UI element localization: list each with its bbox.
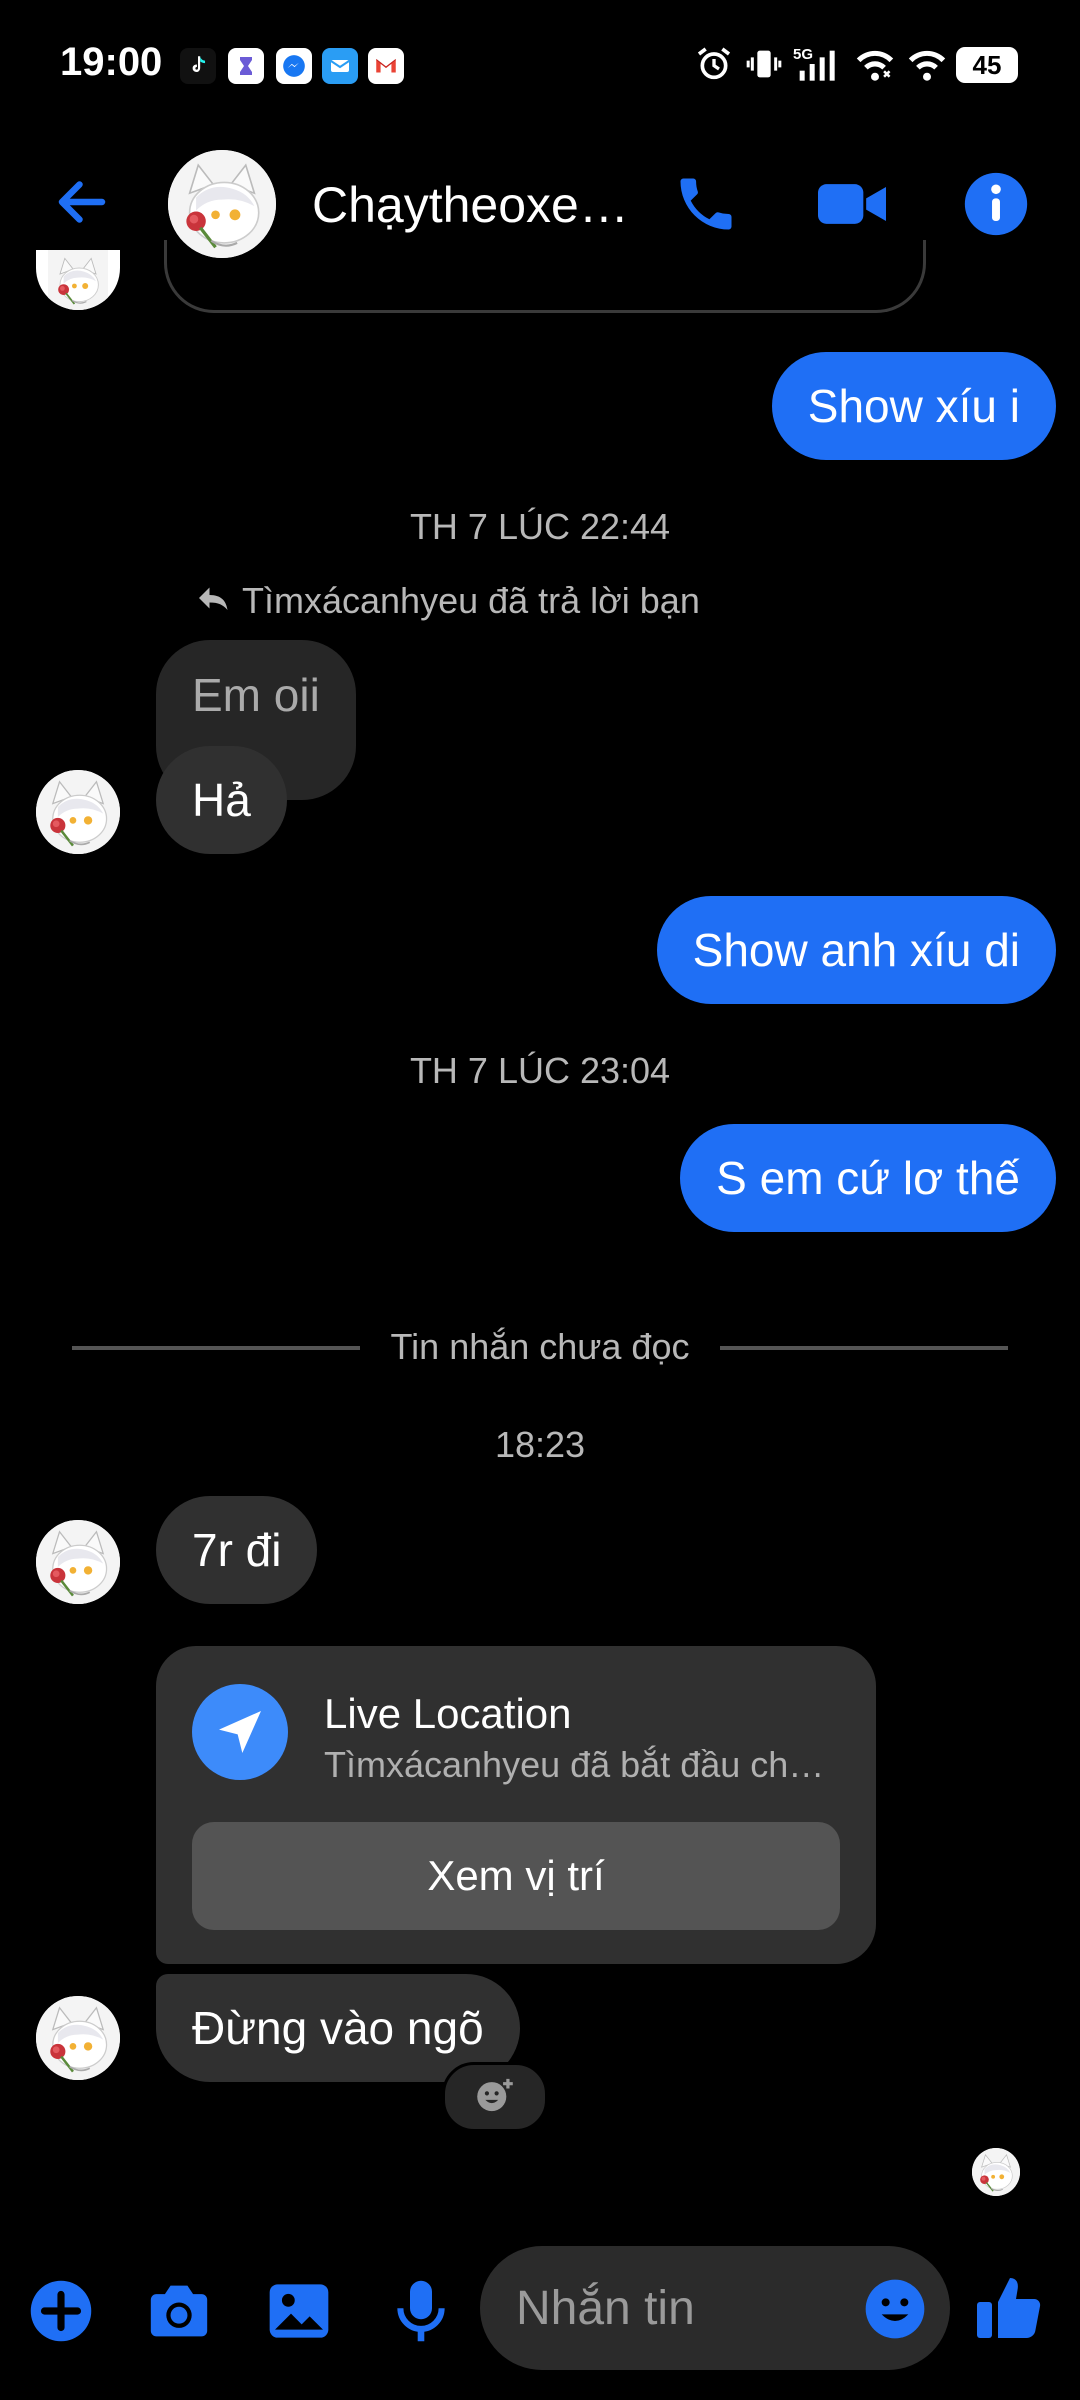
video-camera-icon[interactable] xyxy=(814,170,890,238)
emoji-icon[interactable] xyxy=(862,2276,928,2342)
view-location-button[interactable]: Xem vị trí xyxy=(192,1822,840,1930)
add-reaction-icon xyxy=(474,2075,516,2120)
info-icon[interactable] xyxy=(962,170,1030,238)
microphone-icon[interactable] xyxy=(386,2276,456,2346)
location-arrow-icon xyxy=(192,1684,288,1780)
outgoing-message[interactable]: Show xíu i xyxy=(771,352,1056,460)
image-icon[interactable] xyxy=(264,2276,334,2346)
svg-text:5G: 5G xyxy=(793,46,813,63)
phone-icon[interactable] xyxy=(672,170,740,238)
hourglass-icon xyxy=(228,48,264,84)
divider-line-right xyxy=(720,1346,1008,1350)
vibrate-icon xyxy=(742,44,786,84)
outgoing-message[interactable]: S em cứ lơ thế xyxy=(680,1124,1056,1232)
status-time: 19:00 xyxy=(60,40,163,84)
gmail-icon xyxy=(368,48,404,84)
sender-avatar[interactable] xyxy=(36,770,120,854)
messenger-icon xyxy=(276,48,312,84)
incoming-message[interactable]: Hả xyxy=(156,746,287,854)
back-arrow-icon[interactable] xyxy=(52,172,112,232)
reply-note-text: Tìmxácanhyeu đã trả lời bạn xyxy=(242,580,700,621)
thumbs-up-icon[interactable] xyxy=(972,2270,1048,2346)
plus-icon[interactable] xyxy=(26,2276,96,2346)
conversation-title[interactable]: Chạytheoxe… xyxy=(312,176,632,234)
battery-indicator: 45 xyxy=(956,47,1018,83)
tiktok-icon xyxy=(180,48,216,84)
timestamp: TH 7 LÚC 22:44 xyxy=(409,506,671,547)
mail-icon xyxy=(322,48,358,84)
timestamp: TH 7 LÚC 23:04 xyxy=(409,1050,671,1091)
message-input[interactable] xyxy=(516,2278,846,2338)
sender-avatar[interactable] xyxy=(36,1520,120,1604)
camera-icon[interactable] xyxy=(144,2276,214,2346)
incoming-message[interactable]: 7r đi xyxy=(156,1496,318,1604)
alarm-icon xyxy=(692,44,736,84)
wifi-icon xyxy=(850,44,900,84)
reply-note: Tìmxácanhyeu đã trả lời bạn xyxy=(196,580,700,622)
signal-5g-icon: 5G xyxy=(792,44,844,84)
add-reaction-button[interactable] xyxy=(442,2062,548,2132)
timestamp: 18:23 xyxy=(494,1424,586,1465)
live-location-subtitle: Tìmxácanhyeu đã bắt đầu ch… xyxy=(324,1744,825,1785)
reply-arrow-icon xyxy=(196,580,232,622)
live-location-title: Live Location xyxy=(324,1690,572,1737)
outgoing-message[interactable]: Show anh xíu di xyxy=(656,896,1056,1004)
previous-message-fragment xyxy=(164,240,926,313)
wifi-signal-icon xyxy=(904,44,950,84)
seen-avatar xyxy=(972,2148,1020,2196)
avatar-partial xyxy=(36,250,120,310)
sender-avatar[interactable] xyxy=(36,1996,120,2080)
